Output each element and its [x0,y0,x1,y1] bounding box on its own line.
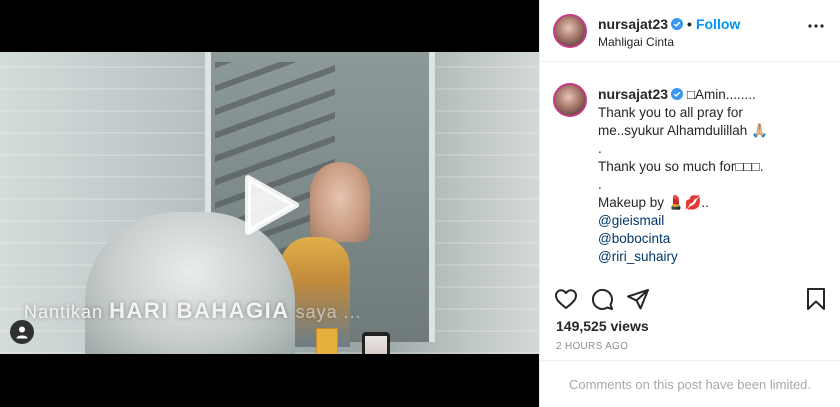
caption-line: me..syukur Alhamdulillah 🙏🏼 [598,123,768,138]
verified-badge-icon [671,18,684,30]
avatar[interactable] [553,14,587,48]
user-tag-icon[interactable] [10,320,34,344]
action-bar [540,285,840,313]
caption-line: . [598,141,602,156]
caption-username[interactable]: nursajat23 [598,86,668,102]
heart-icon[interactable] [554,287,578,311]
post-side-panel: nursajat23 • Follow Mahligai Cinta nursaja… [539,0,840,407]
bookmark-icon[interactable] [804,287,828,311]
comment-icon[interactable] [590,287,614,311]
comments-limited-bar: Comments on this post have been limited. [540,360,840,407]
verified-badge-icon [671,88,684,100]
comments-limited-notice: Comments on this post have been limited. [568,376,812,392]
caption-section: nursajat23 □Amin........ Thank you to al… [540,63,840,275]
video-phone [362,332,390,354]
more-options-icon[interactable] [808,24,824,28]
video-caption-fade: saya ... [295,302,362,322]
caption-line: Thank you so much for□□□. [598,159,764,174]
mention-link[interactable]: @riri_suhairy [598,248,824,266]
caption-line: Thank you to all pray for [598,105,743,120]
caption-body: nursajat23 □Amin........ Thank you to al… [598,85,824,275]
video-caption-overlay: Nantikan HARI BAHAGIA saya ... [24,298,362,324]
caption-line: . [598,267,602,275]
video-caption-strong: HARI BAHAGIA [109,298,290,323]
video-caption-light: Nantikan [24,302,104,322]
video-juice-box [316,328,338,354]
post-location[interactable]: Mahligai Cinta [598,35,674,49]
share-icon[interactable] [626,287,650,311]
post-timestamp[interactable]: 2 HOURS AGO [556,341,628,352]
username-link[interactable]: nursajat23 [598,16,668,32]
mention-link[interactable]: @bobocinta [598,230,824,248]
caption-line: . [598,177,602,192]
caption-line: Makeup by 💄💋.. [598,195,709,210]
post-header: nursajat23 • Follow Mahligai Cinta [540,0,840,62]
follow-button[interactable]: Follow [696,16,740,32]
video-bride-reflection [310,162,370,242]
caption-avatar[interactable] [553,83,587,117]
play-icon[interactable] [238,174,300,236]
post-author: nursajat23 • Follow [598,16,740,32]
view-count[interactable]: 149,525 views [556,318,649,334]
caption-first-line: □Amin........ [686,87,756,102]
mention-link[interactable]: @gieismail [598,212,824,230]
user-silhouette-icon [16,326,28,339]
video-pane: Nantikan HARI BAHAGIA saya ... [0,0,539,407]
follow-separator: • [687,16,692,32]
